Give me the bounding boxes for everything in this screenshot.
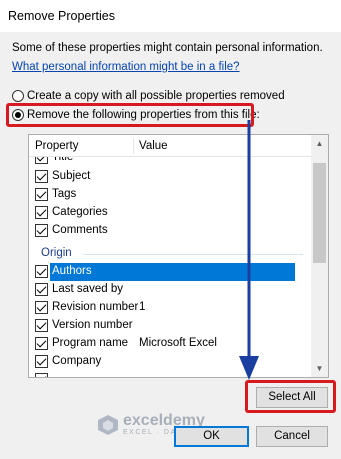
list-item[interactable]: Authors bbox=[29, 263, 312, 281]
checkbox[interactable] bbox=[35, 224, 48, 237]
property-value: 1 bbox=[139, 301, 146, 313]
checkbox[interactable] bbox=[35, 170, 48, 183]
header-value[interactable]: Value bbox=[139, 140, 168, 152]
copy-radio[interactable] bbox=[12, 90, 24, 102]
property-name: Revision number bbox=[52, 301, 139, 313]
property-name: Last saved by bbox=[52, 283, 123, 295]
annotation-arrow-icon bbox=[239, 120, 259, 380]
copy-option-label: Create a copy with all possible properti… bbox=[27, 90, 285, 102]
list-item[interactable]: Categories bbox=[29, 204, 312, 222]
property-name: Comments bbox=[52, 224, 108, 236]
select-all-highlight bbox=[245, 380, 336, 413]
property-name: Tags bbox=[52, 188, 77, 200]
personal-info-link[interactable]: What personal information might be in a … bbox=[12, 61, 240, 73]
group-label-origin: Origin bbox=[41, 247, 72, 259]
property-name: Program name bbox=[52, 337, 129, 349]
checkbox[interactable] bbox=[35, 319, 48, 332]
checkbox[interactable] bbox=[35, 301, 48, 314]
copy-option[interactable]: Create a copy with all possible properti… bbox=[12, 88, 285, 104]
exceldemy-logo-icon bbox=[98, 414, 118, 435]
list-item[interactable]: Tags bbox=[29, 186, 312, 204]
checkbox[interactable] bbox=[35, 373, 48, 377]
window-title: Remove Properties bbox=[8, 9, 115, 23]
list-item[interactable]: Revision number 1 bbox=[29, 299, 312, 317]
list-item[interactable]: Version number bbox=[29, 317, 312, 335]
list-item[interactable] bbox=[29, 371, 312, 377]
list-item[interactable]: Comments bbox=[29, 222, 312, 240]
scroll-up-icon[interactable]: ▲ bbox=[311, 135, 328, 152]
title-bar: Remove Properties bbox=[0, 0, 341, 32]
info-text: Some of these properties might contain p… bbox=[12, 42, 323, 54]
group-divider bbox=[83, 254, 303, 255]
checkbox[interactable] bbox=[35, 355, 48, 368]
checkbox[interactable] bbox=[35, 206, 48, 219]
list-item[interactable]: Program name Microsoft Excel bbox=[29, 335, 312, 353]
list-item[interactable]: Subject bbox=[29, 168, 312, 186]
ok-button[interactable]: OK bbox=[174, 426, 249, 447]
list-item[interactable]: Company bbox=[29, 353, 312, 371]
checkbox[interactable] bbox=[35, 337, 48, 350]
list-header-mask: Property Value bbox=[29, 135, 312, 157]
scrollbar-thumb[interactable] bbox=[313, 163, 326, 263]
property-name: Authors bbox=[52, 265, 92, 277]
property-name: Subject bbox=[52, 170, 91, 182]
checkbox[interactable] bbox=[35, 265, 48, 278]
property-name: Version number bbox=[52, 319, 133, 331]
checkbox[interactable] bbox=[35, 188, 48, 201]
property-name: Categories bbox=[52, 206, 108, 218]
list-scrollbar[interactable]: ▲ ▼ bbox=[311, 135, 328, 377]
cancel-button[interactable]: Cancel bbox=[256, 426, 328, 447]
property-list[interactable]: Property Value Title Property Value Subj… bbox=[28, 134, 329, 378]
scroll-down-icon[interactable]: ▼ bbox=[311, 360, 328, 377]
checkbox[interactable] bbox=[35, 283, 48, 296]
header-property[interactable]: Property bbox=[35, 140, 78, 152]
property-value: Microsoft Excel bbox=[139, 337, 217, 349]
remove-option-highlight bbox=[6, 103, 254, 127]
list-item[interactable]: Last saved by bbox=[29, 281, 312, 299]
property-name: Company bbox=[52, 355, 102, 367]
header-divider[interactable] bbox=[133, 138, 134, 154]
